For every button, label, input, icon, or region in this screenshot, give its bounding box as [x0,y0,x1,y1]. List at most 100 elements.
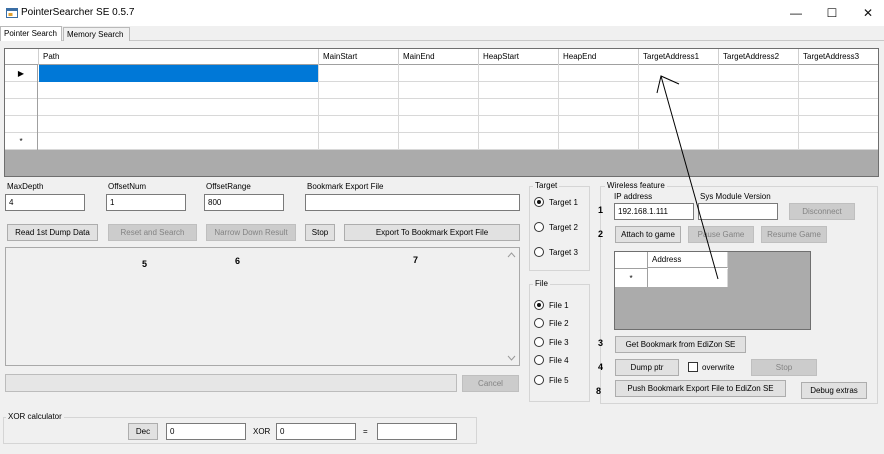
table-row[interactable] [5,99,878,116]
grid-cell[interactable] [719,133,799,150]
target-3-label[interactable]: Target 3 [549,248,578,257]
grid-cell[interactable] [39,99,319,116]
address-column-header[interactable]: Address [648,252,728,268]
stop-dump-button[interactable]: Stop [751,359,817,376]
bookmark-export-input[interactable] [305,194,520,211]
grid-cell-path-selected[interactable] [39,65,319,82]
xor-left-input[interactable]: 0 [166,423,246,440]
file-4-radio[interactable] [534,355,544,365]
close-button[interactable]: ✕ [850,0,884,26]
get-bookmark-button[interactable]: Get Bookmark from EdiZon SE [615,336,746,353]
grid-cell[interactable] [399,65,479,82]
grid-cell[interactable] [639,99,719,116]
grid-cell[interactable] [719,82,799,99]
address-row-header-new[interactable]: * [615,269,648,287]
grid-cell[interactable] [559,133,639,150]
overwrite-checkbox[interactable] [688,362,698,372]
log-textbox[interactable] [5,247,520,366]
grid-cell[interactable] [719,116,799,133]
grid-cell[interactable] [319,116,399,133]
column-header-path[interactable]: Path [39,49,319,65]
file-3-radio[interactable] [534,337,544,347]
address-grid-cell[interactable] [648,269,728,287]
column-header-targetaddress1[interactable]: TargetAddress1 [639,49,719,65]
grid-cell[interactable] [559,82,639,99]
push-bookmark-button[interactable]: Push Bookmark Export File to EdiZon SE [615,380,786,397]
grid-cell[interactable] [319,99,399,116]
debug-extras-button[interactable]: Debug extras [801,382,867,399]
grid-cell[interactable] [719,99,799,116]
table-row[interactable]: ▶ [5,65,878,82]
grid-cell[interactable] [399,116,479,133]
ip-address-input[interactable]: 192.168.1.111 [614,203,694,220]
pause-game-button[interactable]: Pause Game [688,226,754,243]
grid-cell[interactable] [799,65,878,82]
grid-cell[interactable] [399,82,479,99]
grid-cell[interactable] [319,82,399,99]
target-2-radio[interactable] [534,222,544,232]
target-1-label[interactable]: Target 1 [549,198,578,207]
offset-range-input[interactable]: 800 [204,194,284,211]
grid-cell[interactable] [479,82,559,99]
grid-cell[interactable] [39,133,319,150]
grid-cell[interactable] [639,133,719,150]
column-header-mainstart[interactable]: MainStart [319,49,399,65]
log-scrollbar[interactable] [504,248,519,365]
tab-pointer-search[interactable]: Pointer Search [0,26,62,41]
stop-search-button[interactable]: Stop [305,224,335,241]
grid-cell[interactable] [799,82,878,99]
overwrite-label[interactable]: overwrite [702,363,734,372]
max-depth-input[interactable]: 4 [5,194,85,211]
row-header-new[interactable]: * [5,133,38,150]
row-header[interactable] [5,82,38,99]
grid-cell[interactable] [639,82,719,99]
grid-cell[interactable] [39,116,319,133]
file-3-label[interactable]: File 3 [549,338,569,347]
grid-cell[interactable] [719,65,799,82]
grid-cell[interactable] [799,133,878,150]
reset-search-button[interactable]: Reset and Search [108,224,197,241]
grid-cell[interactable] [479,116,559,133]
file-5-radio[interactable] [534,375,544,385]
xor-result-input[interactable] [377,423,457,440]
narrow-down-button[interactable]: Narrow Down Result [206,224,296,241]
row-header[interactable] [5,116,38,133]
column-header-targetaddress2[interactable]: TargetAddress2 [719,49,799,65]
minimize-button[interactable]: — [778,0,814,26]
grid-cell[interactable] [319,133,399,150]
table-row[interactable] [5,82,878,99]
read-dump-button[interactable]: Read 1st Dump Data [7,224,98,241]
file-5-label[interactable]: File 5 [549,376,569,385]
offset-num-input[interactable]: 1 [106,194,186,211]
result-grid[interactable]: Path MainStart MainEnd HeapStart HeapEnd… [4,48,879,177]
file-2-radio[interactable] [534,318,544,328]
row-header-current[interactable]: ▶ [5,65,38,82]
grid-cell[interactable] [479,133,559,150]
dec-button[interactable]: Dec [128,423,158,440]
address-grid[interactable]: Address * [614,251,811,330]
column-header-heapend[interactable]: HeapEnd [559,49,639,65]
export-bookmark-button[interactable]: Export To Bookmark Export File [344,224,520,241]
grid-cell[interactable] [479,65,559,82]
grid-cell[interactable] [399,99,479,116]
row-header[interactable] [5,99,38,116]
grid-cell[interactable] [799,99,878,116]
grid-cell[interactable] [559,116,639,133]
maximize-button[interactable]: ☐ [814,0,850,26]
file-4-label[interactable]: File 4 [549,356,569,365]
table-row-new[interactable]: * [5,133,878,150]
column-header-mainend[interactable]: MainEnd [399,49,479,65]
grid-cell[interactable] [559,65,639,82]
dump-ptr-button[interactable]: Dump ptr [615,359,679,376]
target-2-label[interactable]: Target 2 [549,223,578,232]
grid-cell[interactable] [319,65,399,82]
disconnect-button[interactable]: Disconnect [789,203,855,220]
sys-module-input[interactable] [698,203,778,220]
file-2-label[interactable]: File 2 [549,319,569,328]
column-header-heapstart[interactable]: HeapStart [479,49,559,65]
file-1-radio[interactable] [534,300,544,310]
table-row[interactable] [5,116,878,133]
grid-cell[interactable] [479,99,559,116]
tab-memory-search[interactable]: Memory Search [63,27,130,41]
target-3-radio[interactable] [534,247,544,257]
